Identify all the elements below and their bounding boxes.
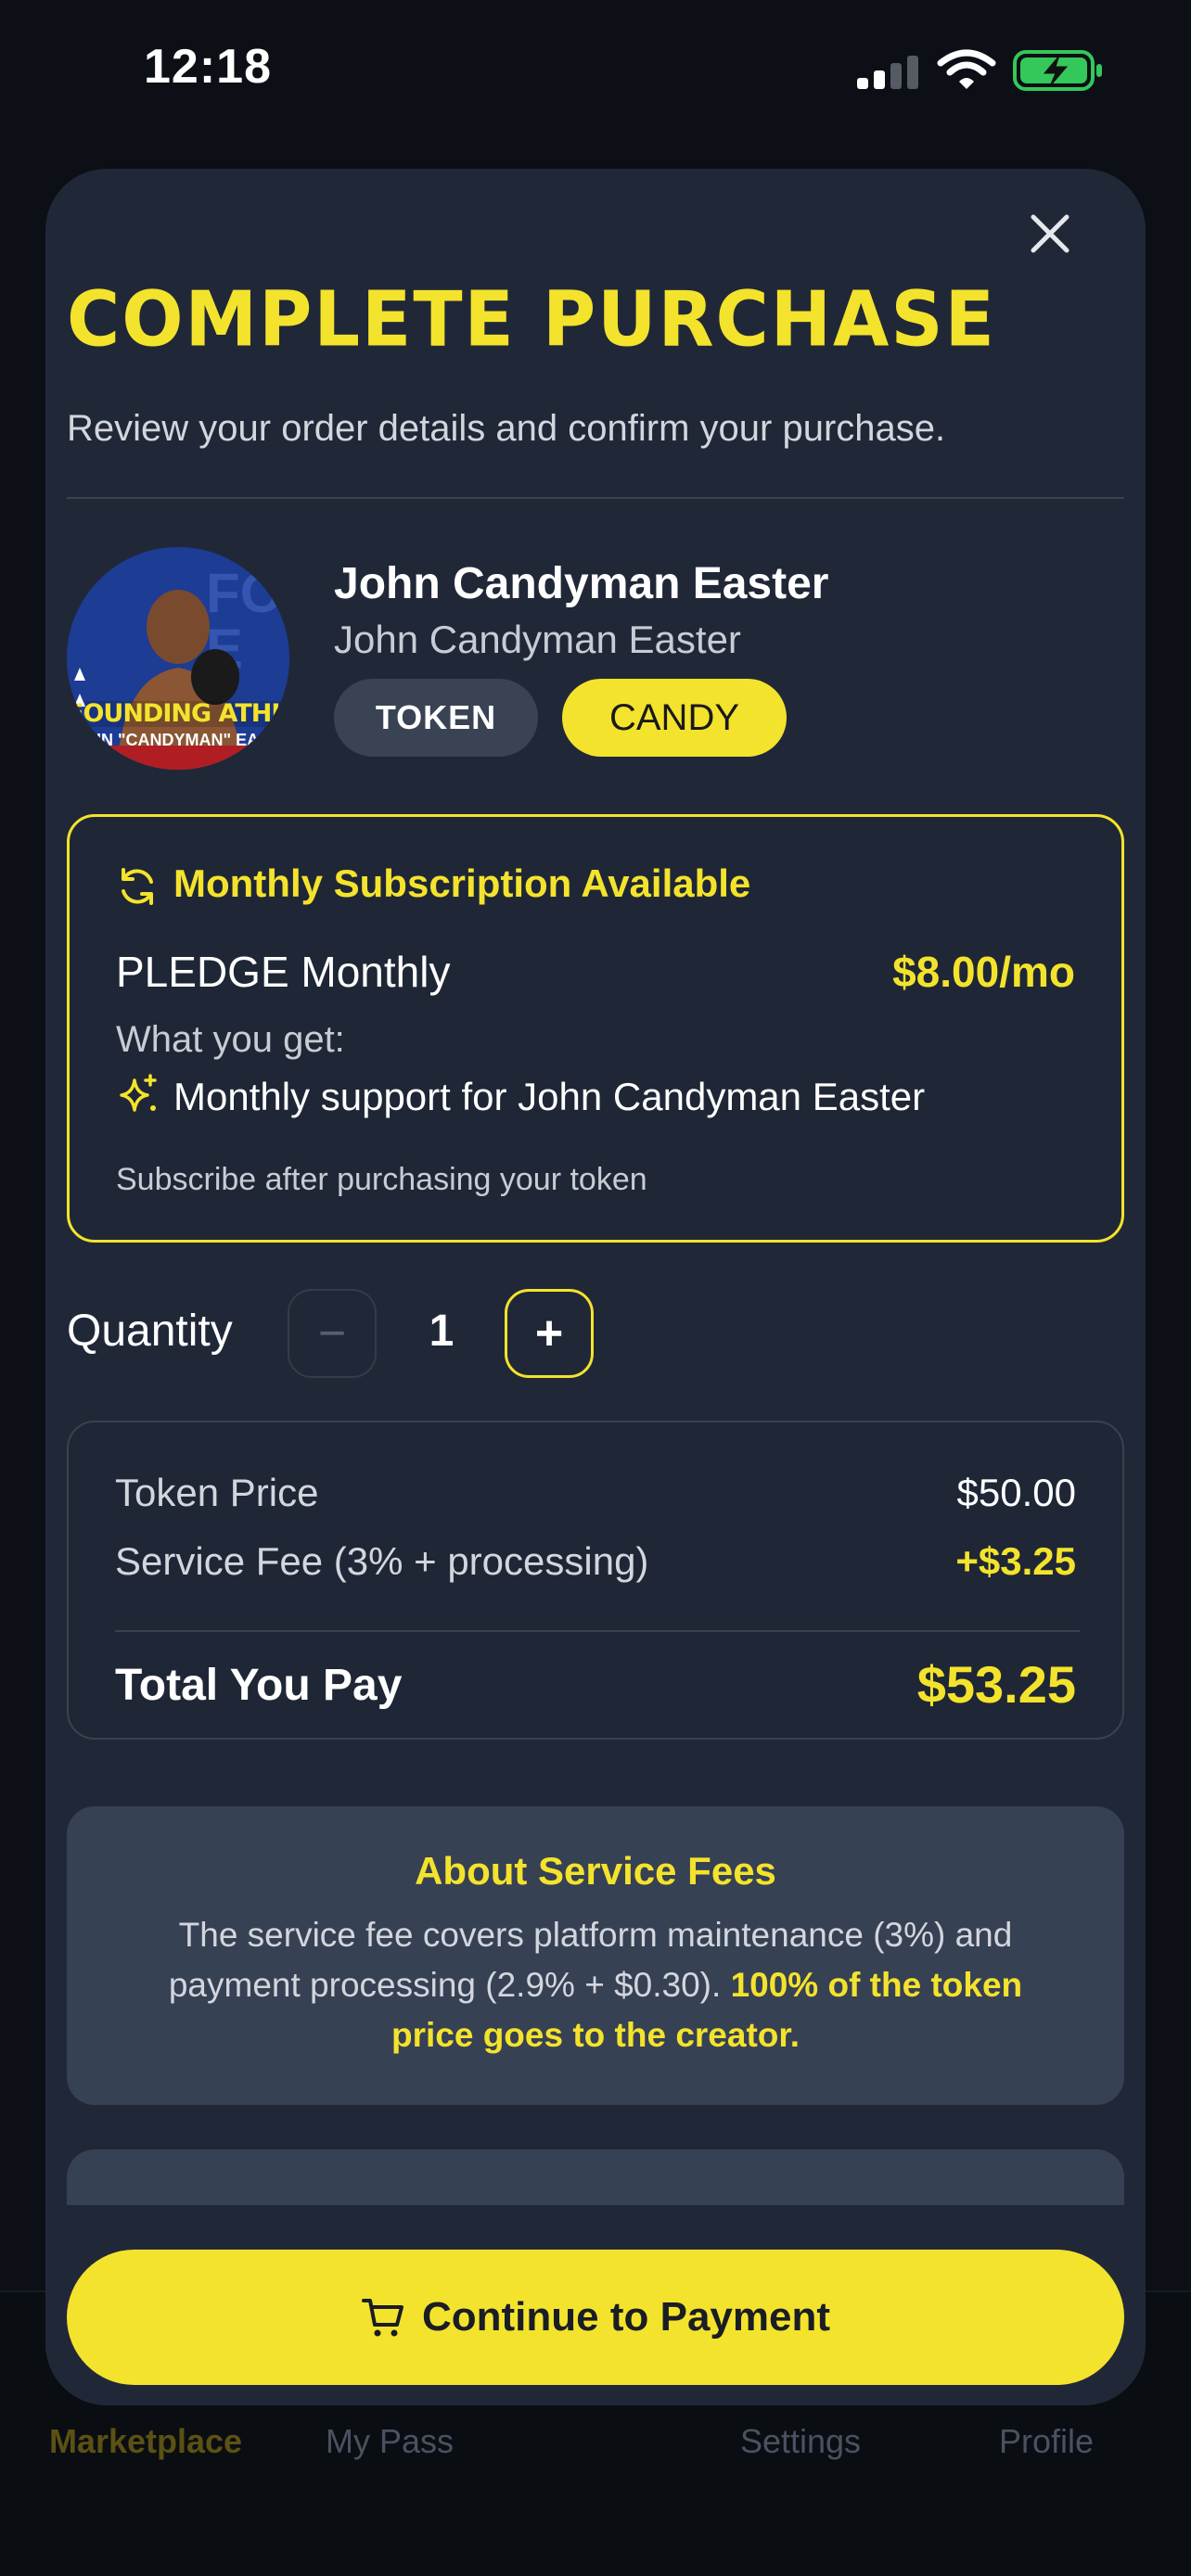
fees-info-title: About Service Fees	[415, 1849, 776, 1893]
battery-charging-icon	[1013, 50, 1102, 91]
tab-marketplace[interactable]: Marketplace	[34, 2422, 257, 2461]
tab-my-pass[interactable]: My Pass	[278, 2422, 501, 2461]
cart-icon	[361, 2299, 403, 2337]
symbol-badge: CANDY	[562, 679, 787, 757]
next-section-card	[67, 2149, 1124, 2205]
tab-settings[interactable]: Settings	[689, 2422, 912, 2461]
creator-name: John Candyman Easter	[334, 559, 829, 608]
creator-subtitle: John Candyman Easter	[334, 618, 741, 661]
refresh-icon	[122, 868, 153, 905]
price-breakdown-card: Token Price $50.00 Service Fee (3% + pro…	[67, 1421, 1124, 1740]
divider	[67, 497, 1124, 499]
avatar-caption-name: JOHN "CANDYMAN" EASTER	[67, 731, 289, 749]
sparkle-icon	[120, 1074, 157, 1112]
token-price-value: $50.00	[956, 1471, 1076, 1514]
total-label: Total You Pay	[115, 1661, 403, 1710]
quantity-value: 1	[429, 1307, 455, 1356]
quantity-increment-button[interactable]: +	[505, 1289, 594, 1378]
subscription-card: Monthly Subscription Available PLEDGE Mo…	[67, 814, 1124, 1243]
total-value: $53.25	[916, 1655, 1076, 1714]
service-fee-value: +$3.25	[955, 1539, 1076, 1583]
divider	[115, 1630, 1080, 1632]
status-time: 12:18	[144, 40, 272, 94]
subscription-price: $8.00/mo	[892, 948, 1075, 996]
close-icon[interactable]	[1024, 208, 1076, 260]
wifi-icon	[937, 49, 996, 89]
quantity-label: Quantity	[67, 1307, 233, 1356]
service-fees-info-card: About Service Fees The service fee cover…	[67, 1806, 1124, 2105]
status-bar: 12:18	[0, 0, 1191, 139]
token-price-label: Token Price	[115, 1471, 319, 1514]
quantity-decrement-button[interactable]: −	[288, 1289, 377, 1378]
avatar-caption: FOUNDING ATHLETE	[67, 699, 289, 728]
signal-icon	[857, 56, 918, 89]
continue-button-label: Continue to Payment	[421, 2294, 831, 2340]
subscription-note: Subscribe after purchasing your token	[116, 1162, 647, 1197]
subscription-benefit: Monthly support for John Candyman Easter	[173, 1075, 926, 1118]
token-badge: TOKEN	[334, 679, 538, 757]
continue-to-payment-button[interactable]: Continue to Payment	[67, 2250, 1124, 2385]
subscription-header: Monthly Subscription Available	[173, 861, 751, 905]
tab-profile[interactable]: Profile	[935, 2422, 1158, 2461]
creator-avatar: FOU E FOUNDING ATHLETE JOHN "CANDYMAN" E…	[67, 547, 289, 770]
subscription-what-you-get: What you get:	[116, 1019, 345, 1060]
page-title: COMPLETE PURCHASE	[67, 275, 996, 364]
page-subtitle: Review your order details and confirm yo…	[67, 408, 946, 449]
fees-info-text: The service fee covers platform maintena…	[141, 1910, 1050, 2060]
service-fee-label: Service Fee (3% + processing)	[115, 1539, 649, 1583]
subscription-plan: PLEDGE Monthly	[116, 948, 451, 996]
